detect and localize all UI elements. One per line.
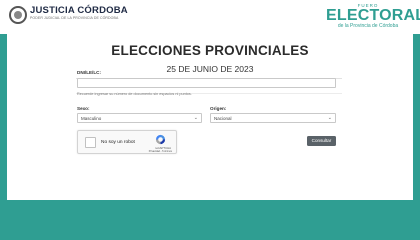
electoral-label: ELECTORAL (326, 7, 420, 24)
origen-select[interactable]: Nacional ⌄ (210, 113, 336, 123)
seal-icon (9, 6, 27, 24)
recaptcha-logo-icon (155, 134, 166, 145)
election-date: 25 DE JUNIO DE 2023 (166, 64, 254, 74)
dni-input[interactable] (77, 78, 336, 88)
recaptcha-terms-link[interactable]: Privacidad - Términos (149, 150, 172, 153)
recaptcha-widget: No soy un robot reCAPTCHA Privacidad - T… (77, 130, 177, 154)
dni-help-text: Recuerde ingresar su número de documento… (77, 92, 192, 96)
sexo-selected-value: Masculino (81, 116, 102, 121)
origen-label: Origen: (210, 106, 227, 111)
consultar-button[interactable]: Consultar (307, 136, 336, 146)
logo-text: JUSTICIA CÓRDOBA PODER JUDICIAL DE LA PR… (30, 6, 128, 21)
recaptcha-checkbox[interactable] (85, 137, 96, 148)
page-title: ELECCIONES PROVINCIALES (111, 43, 309, 58)
logo-title: JUSTICIA CÓRDOBA (30, 5, 128, 16)
chevron-down-icon: ⌄ (193, 115, 198, 121)
logo-subtitle: PODER JUDICIAL DE LA PROVINCIA DE CÓRDOB… (30, 16, 119, 20)
origen-selected-value: Nacional (214, 116, 232, 121)
chevron-down-icon: ⌄ (327, 115, 332, 121)
dni-label: DNI/LE/LC: (77, 70, 101, 75)
justicia-cordoba-logo[interactable]: JUSTICIA CÓRDOBA PODER JUDICIAL DE LA PR… (9, 6, 128, 24)
top-bar: JUSTICIA CÓRDOBA PODER JUDICIAL DE LA PR… (0, 0, 420, 34)
sexo-select[interactable]: Masculino ⌄ (77, 113, 202, 123)
recaptcha-label: No soy un robot (101, 140, 135, 145)
sexo-label: Sexo: (77, 106, 90, 111)
fuero-electoral-logo[interactable]: FUERO ELECTORAL de la Provincia de Córdo… (326, 3, 420, 30)
provincia-label: de la Provincia de Córdoba (337, 23, 399, 29)
